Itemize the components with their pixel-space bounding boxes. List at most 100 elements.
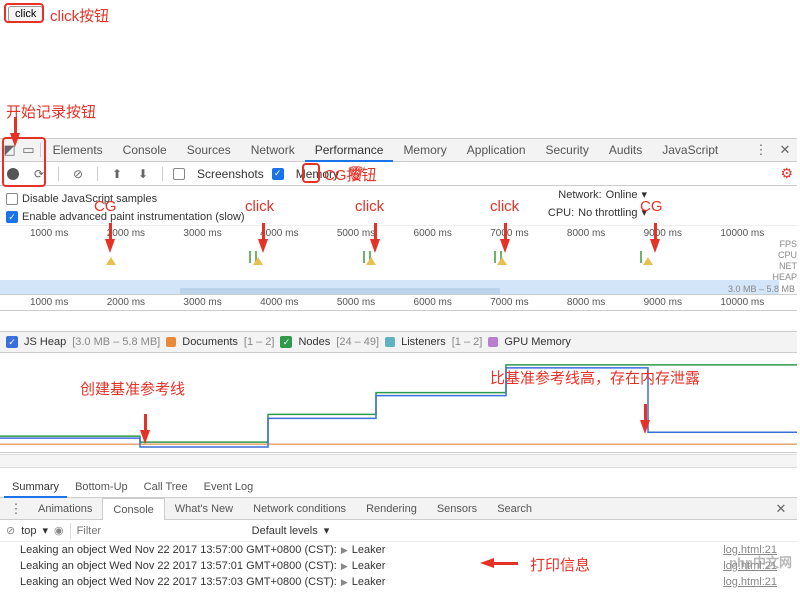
tab-jsprofiler[interactable]: JavaScript Profiler [652,138,749,162]
separator [97,167,98,181]
time-labels-bottom: 1000 ms2000 ms3000 ms4000 ms5000 ms6000 … [0,295,797,311]
tab-network[interactable]: Network [241,138,305,162]
clear-console-icon[interactable]: ⊘ [6,524,15,537]
cpu-select[interactable]: No throttling [578,204,637,222]
drawer-more-icon[interactable]: ⋮ [4,501,28,517]
tab-elements[interactable]: Elements [43,138,113,162]
horizontal-scrollbar[interactable] [0,454,797,468]
tab-calltree[interactable]: Call Tree [136,476,196,498]
event-tick [363,251,365,263]
arrow-click-3 [500,239,510,253]
console-log-line[interactable]: Leaking an object Wed Nov 22 2017 13:57:… [0,574,797,590]
drawer-tab-rendering[interactable]: Rendering [356,498,427,520]
drawer-tab-search[interactable]: Search [487,498,542,520]
console-filter-bar: ⊘ top ▾ ◉ Default levels ▾ [0,520,797,542]
tab-audits[interactable]: Audits [599,138,652,162]
device-icon[interactable]: ▭ [19,142,38,158]
tab-sources[interactable]: Sources [177,138,241,162]
more-icon[interactable]: ⋮ [749,142,773,158]
overview-side-labels: FPS CPU NET HEAP [772,239,797,283]
tab-application[interactable]: Application [457,138,536,162]
page-click-button[interactable]: click [8,6,43,22]
timeline-overview[interactable]: 1000 ms2000 ms3000 ms4000 ms5000 ms6000 … [0,228,797,311]
load-button[interactable]: ⬆ [108,165,126,183]
overview-chart[interactable]: FPS CPU NET HEAP 3.0 MB – 5.8 MB [0,239,797,295]
chevron-down-icon: ▾ [43,524,49,537]
arrow-print [480,558,494,568]
record-button[interactable] [4,165,22,183]
save-button[interactable]: ⬇ [134,165,152,183]
console-output: Leaking an object Wed Nov 22 2017 13:57:… [0,542,797,590]
console-log-line[interactable]: Leaking an object Wed Nov 22 2017 13:57:… [0,558,797,574]
drawer-tab-sensors[interactable]: Sensors [427,498,487,520]
tab-performance[interactable]: Performance [305,138,394,162]
tab-eventlog[interactable]: Event Log [196,476,262,498]
tab-security[interactable]: Security [536,138,599,162]
clear-button[interactable]: ⊘ [69,165,87,183]
network-select[interactable]: Online [606,186,638,204]
drawer-tab-netcond[interactable]: Network conditions [243,498,356,520]
jsheap-range: [3.0 MB – 5.8 MB] [72,336,160,348]
disable-js-samples-label: Disable JavaScript samples [22,190,157,208]
settings-gear-icon[interactable]: ⚙ [780,165,793,182]
gc-marker [106,257,116,265]
log-source[interactable]: log.html:21 [723,576,777,588]
listeners-check[interactable] [385,337,395,347]
nodes-check[interactable]: ✓ [280,336,292,348]
arrow-cg-1 [105,239,115,253]
separator [162,167,163,181]
memory-legend: ✓ JS Heap [3.0 MB – 5.8 MB] Documents [1… [0,331,797,353]
expand-icon[interactable]: ▶ [341,545,348,556]
memory-graph-svg [0,353,797,452]
enable-paint-checkbox[interactable]: ✓ [6,211,18,223]
drawer-close-icon[interactable]: ✕ [769,501,793,517]
documents-check[interactable] [166,337,176,347]
chevron-down-icon: ▾ [324,524,330,537]
memory-checkbox[interactable]: ✓ [272,168,284,180]
log-object[interactable]: Leaker [352,576,386,588]
enable-paint-label: Enable advanced paint instrumentation (s… [22,208,245,226]
event-marker [497,257,507,265]
screenshots-checkbox[interactable] [173,168,185,180]
separator [58,167,59,181]
arrow-leak [640,420,650,434]
arrow-cg-2 [650,239,660,253]
documents-range: [1 – 2] [244,336,275,348]
separator [40,143,41,157]
event-marker [366,257,376,265]
tab-memory[interactable]: Memory [393,138,456,162]
gpu-check[interactable] [488,337,498,347]
log-object[interactable]: Leaker [352,544,386,556]
jsheap-label: JS Heap [24,336,66,348]
tab-bottomup[interactable]: Bottom-Up [67,476,136,498]
reload-button[interactable]: ⟳ [30,165,48,183]
log-text: Leaking an object Wed Nov 22 2017 13:57:… [20,560,337,572]
close-icon[interactable]: ✕ [773,142,797,158]
context-select[interactable]: top [21,525,36,537]
jsheap-check[interactable]: ✓ [6,336,18,348]
levels-select[interactable]: Default levels [252,525,318,537]
heap-band [0,280,779,294]
drawer-tab-animations[interactable]: Animations [28,498,102,520]
drawer-tab-console[interactable]: Console [102,498,164,520]
expand-icon[interactable]: ▶ [341,577,348,588]
eye-icon[interactable]: ◉ [54,524,64,537]
gc-marker [643,257,653,265]
console-log-line[interactable]: Leaking an object Wed Nov 22 2017 13:57:… [0,542,797,558]
log-object[interactable]: Leaker [352,560,386,572]
disable-js-samples-checkbox[interactable] [6,193,18,205]
expand-icon[interactable]: ▶ [341,561,348,572]
console-filter-input[interactable] [70,523,240,539]
chevron-down-icon: ▾ [641,204,647,222]
tab-summary[interactable]: Summary [4,476,67,498]
network-label: Network: [558,186,601,204]
memory-graph[interactable] [0,353,797,453]
collect-garbage-button[interactable]: 🗑 [347,165,365,183]
drawer-tab-whatsnew[interactable]: What's New [165,498,243,520]
log-text: Leaking an object Wed Nov 22 2017 13:57:… [20,576,337,588]
arrow-record [10,133,20,147]
screenshots-label: Screenshots [197,167,264,181]
heap-range: 3.0 MB – 5.8 MB [728,284,795,294]
tab-console[interactable]: Console [113,138,177,162]
watermark: php中文网 [729,552,792,571]
